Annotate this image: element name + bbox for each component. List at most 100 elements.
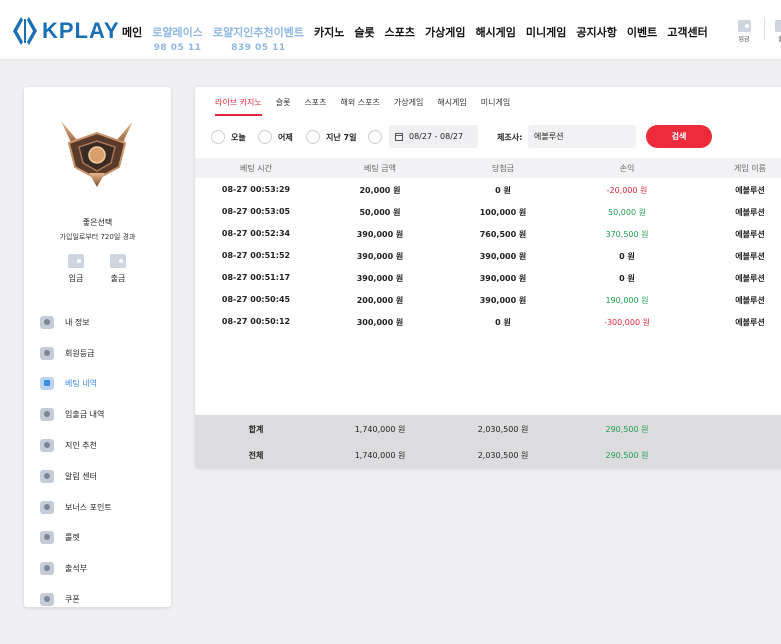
nav-notice[interactable]: 공지사항 — [576, 0, 616, 40]
cell-winnings: 0 원 — [495, 318, 511, 327]
sidebar-item-my-info[interactable]: 내 정보 — [40, 307, 170, 338]
header-divider — [764, 18, 765, 40]
cell-game-name: 에볼루션 — [735, 318, 765, 327]
header-bet-amount: 베팅 금액 — [364, 164, 396, 173]
cell-profit-loss: 190,000 원 — [605, 296, 649, 305]
table-row: 08-27 00:53:29 20,000 원 0 원 -20,000 원 에볼루션 — [195, 178, 781, 200]
cell-winnings: 390,000 원 — [479, 296, 527, 305]
nav-event[interactable]: 이벤트 — [627, 0, 657, 40]
summary-bet-amount: 1,740,000 원 — [354, 425, 406, 434]
header-winnings: 당첨금 — [491, 164, 515, 173]
cell-winnings: 0 원 — [495, 186, 511, 195]
main-nav: 메인 로얄레이스 98 05 11 로얄지인추천이벤트 839 05 11 카지노 … — [122, 0, 718, 60]
tab-hash[interactable]: 해시게임 — [437, 96, 466, 116]
nav-hash[interactable]: 해시게임 — [475, 0, 515, 40]
summary-bet-amount: 1,740,000 원 — [354, 451, 406, 460]
cell-game-name: 에볼루션 — [735, 274, 765, 283]
tab-slot[interactable]: 슬롯 — [276, 96, 291, 116]
logo-mark-icon — [13, 17, 37, 45]
cell-profit-loss: -20,000 원 — [606, 186, 648, 195]
profile-withdraw-label: 출금 — [110, 274, 126, 283]
rank-emblem-icon — [61, 121, 133, 187]
sidebar-item-label: 회원등급 — [65, 348, 95, 358]
nav-sports[interactable]: 스포츠 — [385, 0, 415, 40]
cell-bet-amount: 20,000 원 — [359, 186, 401, 195]
roulette-icon — [40, 531, 54, 545]
nav-main[interactable]: 메인 — [122, 0, 142, 40]
radio-circle — [258, 130, 272, 144]
radio-circle — [368, 130, 382, 144]
tab-sports[interactable]: 스포츠 — [304, 96, 326, 116]
cell-bet-amount: 390,000 원 — [356, 274, 404, 283]
cell-game-name: 에볼루션 — [735, 208, 765, 217]
profile-deposit-button[interactable]: 입금 — [61, 254, 91, 284]
nav-referral-event-timer: 839 05 11 — [231, 43, 286, 53]
table-row: 08-27 00:52:34 390,000 원 760,500 원 370,500 … — [195, 222, 781, 244]
maker-input[interactable] — [528, 125, 636, 148]
radio-label: 오늘 — [231, 132, 246, 142]
sidebar-item-label: 쿠폰 — [65, 595, 80, 605]
tab-live-casino[interactable]: 라이브 카지노 — [215, 96, 262, 116]
sidebar-item-referral[interactable]: 지인 추천 — [40, 430, 170, 461]
summary-profit-loss: 290,500 원 — [605, 451, 649, 460]
sidebar-item-notifications[interactable]: 알림 센터 — [40, 461, 170, 492]
sidebar-item-bonus-points[interactable]: 보너스 포인트 — [40, 492, 170, 523]
summary-winnings: 2,030,500 원 — [477, 451, 529, 460]
sidebar-item-attendance[interactable]: 출석부 — [40, 553, 170, 584]
nav-royal-race[interactable]: 로얄레이스 98 05 11 — [152, 0, 203, 53]
summary-row: 전체 1,740,000 원 2,030,500 원 290,500 원 — [195, 441, 781, 467]
tab-mini[interactable]: 미니게임 — [481, 96, 510, 116]
nav-royal-race-timer: 98 05 11 — [153, 43, 202, 53]
cell-bet-time: 08-27 00:50:45 — [221, 295, 291, 304]
bell-icon — [40, 469, 54, 483]
summary-winnings: 2,030,500 원 — [477, 425, 529, 434]
tab-overseas-sports[interactable]: 해외 스포츠 — [341, 96, 380, 116]
cell-bet-time: 08-27 00:53:29 — [221, 185, 291, 194]
header-withdraw-button[interactable]: 출 — [770, 20, 781, 43]
cell-game-name: 에볼루션 — [735, 230, 765, 239]
cell-bet-amount: 390,000 원 — [356, 252, 404, 261]
kplay-logo[interactable]: KPLAY — [12, 15, 120, 47]
radio-today[interactable]: 오늘 — [211, 130, 246, 144]
wallet-icon — [40, 408, 54, 422]
wallet-icon — [68, 254, 84, 268]
radio-circle — [306, 130, 320, 144]
table-row: 08-27 00:51:17 390,000 원 390,000 원 0 원 에볼루션 — [195, 266, 781, 288]
radio-yesterday[interactable]: 어제 — [258, 130, 293, 144]
sidebar-item-roulette[interactable]: 룰렛 — [40, 523, 170, 554]
radio-last-7-days[interactable]: 지난 7일 — [306, 130, 356, 144]
radio-custom-range[interactable] — [368, 130, 388, 144]
table-summary: 합계 1,740,000 원 2,030,500 원 290,500 원 전체 1,740… — [195, 415, 781, 468]
tab-virtual[interactable]: 가상게임 — [394, 96, 423, 116]
search-button[interactable]: 검색 — [646, 125, 712, 148]
cell-bet-time: 08-27 00:53:05 — [221, 207, 291, 216]
profile-sidebar: 좋은선택 가입일로부터 720일 경과 입금 출금 내 정보 회원등급 베팅 내… — [24, 87, 171, 607]
date-range-value: 08/27 - 08/27 — [409, 132, 464, 141]
sidebar-item-label: 베팅 내역 — [65, 379, 97, 389]
profile-deposit-label: 입금 — [68, 274, 84, 283]
cell-game-name: 에볼루션 — [735, 252, 765, 261]
sidebar-item-coupon[interactable]: 쿠폰 — [40, 584, 170, 615]
cell-bet-amount: 390,000 원 — [356, 230, 404, 239]
summary-label: 합계 — [248, 425, 264, 434]
nav-slot[interactable]: 슬롯 — [354, 0, 374, 40]
nav-casino[interactable]: 카지노 — [314, 0, 344, 40]
header-game-name: 게임 이름 — [734, 164, 766, 173]
sidebar-item-transactions[interactable]: 입출금 내역 — [40, 399, 170, 430]
cell-bet-amount: 300,000 원 — [356, 318, 404, 327]
wallet-icon — [737, 20, 751, 32]
nav-support[interactable]: 고객센터 — [667, 0, 707, 40]
summary-row: 합계 1,740,000 원 2,030,500 원 290,500 원 — [195, 415, 781, 441]
sidebar-item-label: 룰렛 — [65, 533, 80, 543]
nav-mini[interactable]: 미니게임 — [526, 0, 566, 40]
cell-winnings: 390,000 원 — [479, 252, 527, 261]
profile-withdraw-button[interactable]: 출금 — [103, 254, 133, 284]
cell-game-name: 에볼루션 — [735, 186, 765, 195]
nav-virtual[interactable]: 가상게임 — [425, 0, 465, 40]
header-deposit-button[interactable]: 입금 — [733, 20, 755, 43]
nav-referral-event[interactable]: 로얄지인추천이벤트 839 05 11 — [213, 0, 304, 53]
sidebar-item-bet-history[interactable]: 베팅 내역 — [40, 369, 170, 400]
cell-profit-loss: 370,500 원 — [605, 230, 649, 239]
sidebar-item-membership[interactable]: 회원등급 — [40, 338, 170, 369]
date-range-picker[interactable]: 08/27 - 08/27 — [389, 125, 478, 148]
